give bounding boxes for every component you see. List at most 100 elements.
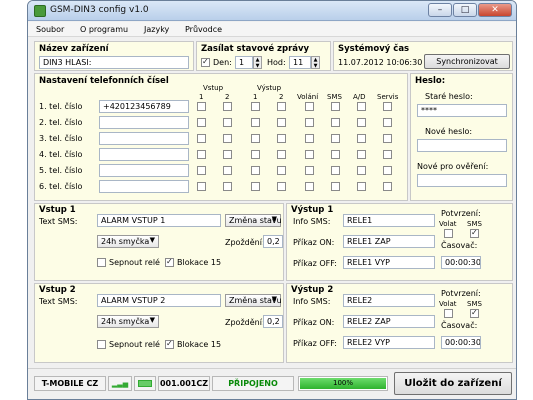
phone-option-checkbox[interactable] — [357, 182, 366, 191]
input1-block-checkbox[interactable] — [165, 257, 174, 267]
phone-option-checkbox[interactable] — [383, 118, 392, 127]
phone-option-checkbox[interactable] — [331, 150, 340, 159]
phone-option-checkbox[interactable] — [223, 102, 232, 111]
phone-option-checkbox[interactable] — [383, 150, 392, 159]
phone-option-checkbox[interactable] — [357, 102, 366, 111]
day-input[interactable]: 1 — [235, 56, 253, 69]
phone-option-checkbox[interactable] — [331, 102, 340, 111]
phone-option-checkbox[interactable] — [197, 182, 206, 191]
old-password-input[interactable]: **** — [417, 104, 507, 117]
phone-option-checkbox[interactable] — [331, 166, 340, 175]
phone-option-checkbox[interactable] — [277, 118, 286, 127]
phone-option-checkbox[interactable] — [251, 134, 260, 143]
input2-title: Vstup 2 — [39, 285, 76, 295]
phone-input[interactable] — [99, 148, 189, 161]
output2-timer-input[interactable]: 00:00:30 — [441, 336, 481, 349]
phone-option-checkbox[interactable] — [197, 134, 206, 143]
new-password-input[interactable] — [417, 139, 507, 152]
input2-relay-checkbox[interactable] — [97, 340, 106, 349]
phone-input[interactable] — [99, 180, 189, 193]
phone-option-checkbox[interactable] — [383, 166, 392, 175]
phone-option-checkbox[interactable] — [251, 182, 260, 191]
phone-option-checkbox[interactable] — [251, 166, 260, 175]
phone-option-checkbox[interactable] — [305, 134, 314, 143]
phone-option-checkbox[interactable] — [383, 182, 392, 191]
output2-on-input[interactable]: RELE2 ZAP — [343, 315, 435, 328]
phone-option-checkbox[interactable] — [197, 150, 206, 159]
output1-timer-input[interactable]: 00:00:30 — [441, 256, 481, 269]
upload-button[interactable]: Uložit do zařízení — [394, 372, 512, 395]
phone-option-checkbox[interactable] — [223, 166, 232, 175]
phone-option-checkbox[interactable] — [277, 134, 286, 143]
phone-input[interactable] — [99, 116, 189, 129]
input1-mode-select[interactable]: Změna stavu ▼ — [225, 214, 282, 227]
phone-option-checkbox[interactable] — [251, 118, 260, 127]
input1-delay-input[interactable]: 0,2 — [263, 235, 283, 248]
output2-info-input[interactable]: RELE2 — [343, 294, 435, 307]
input1-loop-select[interactable]: 24h smyčka ▼ — [97, 235, 159, 248]
phone-option-checkbox[interactable] — [357, 118, 366, 127]
phone-option-checkbox[interactable] — [223, 182, 232, 191]
phone-option-checkbox[interactable] — [223, 118, 232, 127]
phone-option-checkbox[interactable] — [305, 102, 314, 111]
phone-option-checkbox[interactable] — [331, 182, 340, 191]
maximize-button[interactable]: □ — [453, 3, 477, 17]
password-title: Heslo: — [415, 76, 446, 86]
phone-option-checkbox[interactable] — [305, 150, 314, 159]
confirm-password-input[interactable] — [417, 174, 507, 187]
status-msg-checkbox[interactable] — [201, 57, 210, 67]
input1-sms-input[interactable]: ALARM VSTUP 1 — [97, 214, 221, 227]
output2-off-input[interactable]: RELE2 VYP — [343, 336, 435, 349]
phone-option-checkbox[interactable] — [331, 118, 340, 127]
input2-block-checkbox[interactable] — [165, 339, 174, 349]
menu-o-programu[interactable]: O programu — [80, 25, 128, 34]
phone-option-checkbox[interactable] — [331, 134, 340, 143]
phone-option-checkbox[interactable] — [305, 182, 314, 191]
close-button[interactable]: ✕ — [478, 3, 512, 17]
phone-option-checkbox[interactable] — [223, 134, 232, 143]
confirm-password-label: Nové pro ověření: — [417, 162, 489, 171]
phone-option-checkbox[interactable] — [277, 166, 286, 175]
phone-option-checkbox[interactable] — [305, 118, 314, 127]
phone-option-checkbox[interactable] — [197, 118, 206, 127]
input2-delay-input[interactable]: 0,2 — [263, 315, 283, 328]
phone-option-checkbox[interactable] — [383, 134, 392, 143]
minimize-button[interactable]: – — [428, 3, 452, 17]
phone-option-checkbox[interactable] — [277, 102, 286, 111]
input2-mode-select[interactable]: Změna stavu ▼ — [225, 294, 282, 307]
hour-input[interactable]: 11 — [289, 56, 311, 69]
hour-spinner[interactable]: ▲ ▼ — [311, 56, 320, 69]
menu-soubor[interactable]: Soubor — [36, 25, 64, 34]
output1-on-input[interactable]: RELE1 ZAP — [343, 235, 435, 248]
sync-button[interactable]: Synchronizovat — [424, 54, 510, 69]
output2-sms-checkbox[interactable] — [470, 308, 479, 318]
output2-off-label: Příkaz OFF: — [293, 339, 337, 348]
menu-jazyky[interactable]: Jazyky — [144, 25, 169, 34]
phone-option-checkbox[interactable] — [357, 150, 366, 159]
phone-option-checkbox[interactable] — [277, 150, 286, 159]
output1-off-input[interactable]: RELE1 VYP — [343, 256, 435, 269]
day-spinner[interactable]: ▲ ▼ — [253, 56, 262, 69]
phone-option-checkbox[interactable] — [277, 182, 286, 191]
output2-volat-checkbox[interactable] — [444, 309, 453, 318]
output1-sms-checkbox[interactable] — [470, 228, 479, 238]
phone-option-checkbox[interactable] — [251, 102, 260, 111]
phone-option-checkbox[interactable] — [197, 166, 206, 175]
menu-pruvodce[interactable]: Průvodce — [185, 25, 222, 34]
phone-option-checkbox[interactable] — [357, 166, 366, 175]
phone-option-checkbox[interactable] — [197, 102, 206, 111]
phone-input[interactable] — [99, 164, 189, 177]
phone-option-checkbox[interactable] — [251, 150, 260, 159]
phone-input[interactable]: +420123456789 — [99, 100, 189, 113]
phone-input[interactable] — [99, 132, 189, 145]
device-name-input[interactable]: DIN3 HLASI: — [39, 56, 189, 69]
input2-sms-input[interactable]: ALARM VSTUP 2 — [97, 294, 221, 307]
phone-option-checkbox[interactable] — [305, 166, 314, 175]
phone-option-checkbox[interactable] — [223, 150, 232, 159]
output1-info-input[interactable]: RELE1 — [343, 214, 435, 227]
phone-option-checkbox[interactable] — [383, 102, 392, 111]
output1-volat-checkbox[interactable] — [444, 229, 453, 238]
input1-relay-checkbox[interactable] — [97, 258, 106, 267]
phone-option-checkbox[interactable] — [357, 134, 366, 143]
input2-loop-select[interactable]: 24h smyčka ▼ — [97, 315, 159, 328]
